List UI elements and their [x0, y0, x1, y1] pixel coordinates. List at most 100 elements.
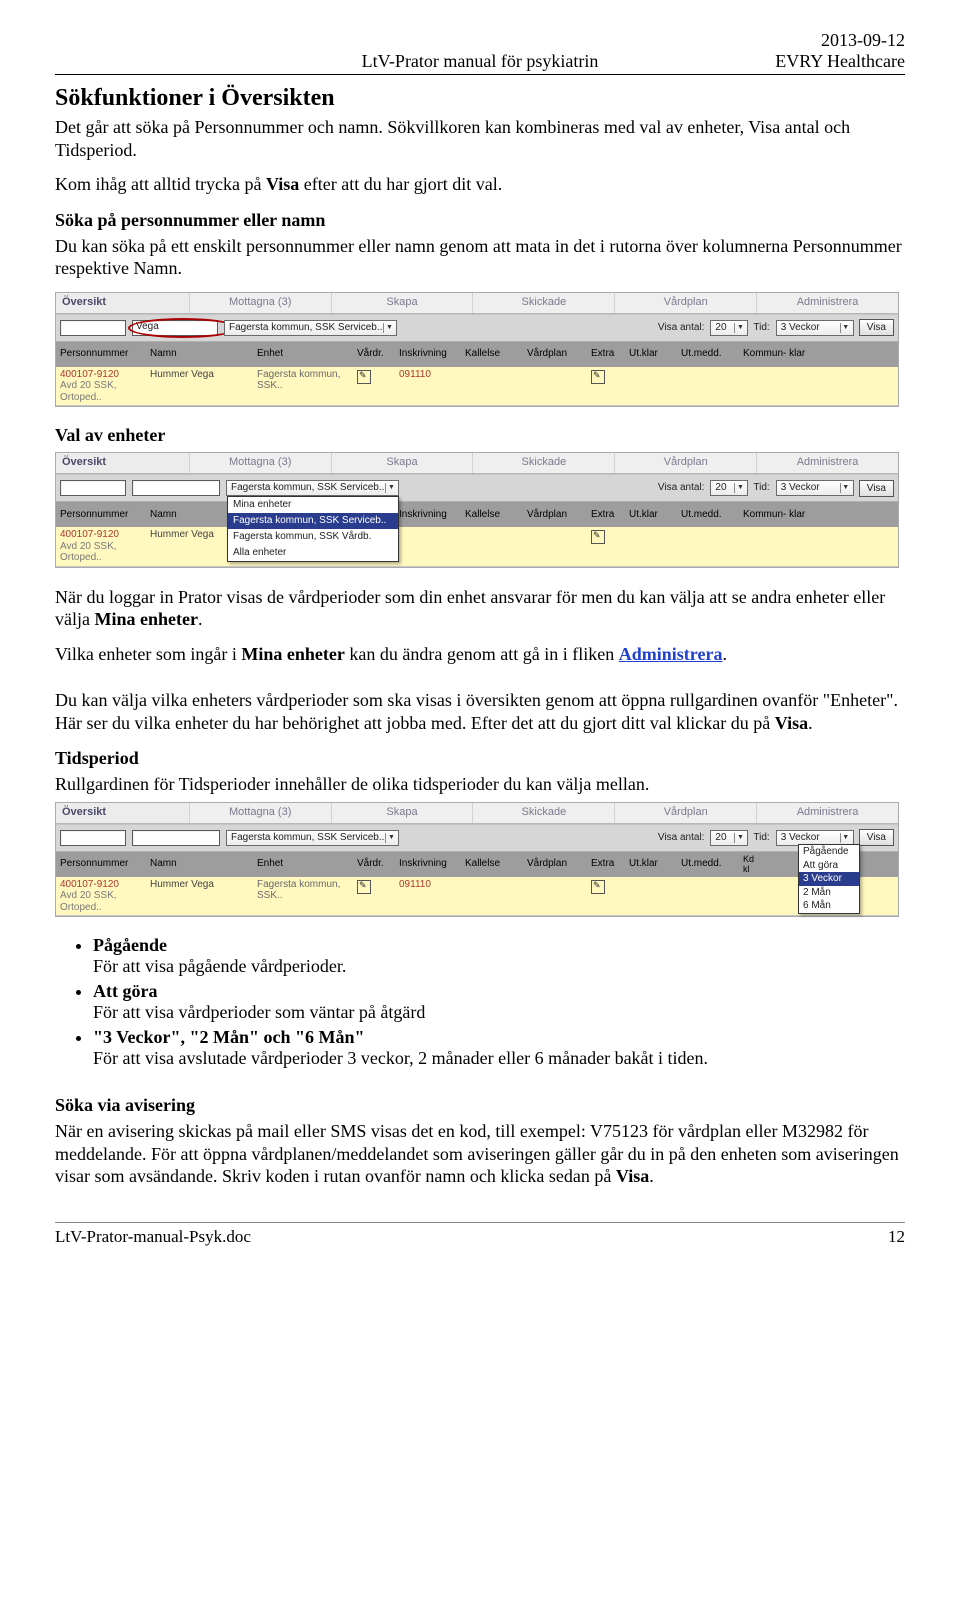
enhet-option[interactable]: Alla enheter	[228, 545, 398, 561]
visa-antal-select[interactable]: 20	[710, 320, 748, 336]
enhet-select[interactable]: Fagersta kommun, SSK Serviceb.. Mina enh…	[226, 480, 399, 496]
tab-vardplan[interactable]: Vårdplan	[615, 803, 757, 823]
chevron-down-icon	[734, 833, 745, 843]
after-shot2-paragraph-2: Vilka enheter som ingår i Mina enheter k…	[55, 643, 905, 666]
list-item: Pågående För att visa pågående vårdperio…	[93, 935, 905, 977]
doc-title: LtV-Prator manual för psykiatrin	[268, 51, 693, 72]
cell-enhet: Fagersta kommun, SSK..	[257, 369, 355, 404]
page-footer: LtV-Prator-manual-Psyk.doc 12	[55, 1222, 905, 1247]
filter-bar: Fagersta kommun, SSK Serviceb.. Visa ant…	[56, 824, 898, 852]
tab-administrera[interactable]: Administrera	[757, 803, 898, 823]
subhead-tidsperiod: Tidsperiod	[55, 748, 905, 769]
grid-header-row: Personnummer Namn Enhet Vårdr. Inskrivni…	[56, 342, 898, 367]
grid-header-row: Personnummer Namn Enhet Vårdr. Inskrivni…	[56, 852, 898, 877]
tidsperiod-text: Rullgardinen för Tidsperioder innehåller…	[55, 773, 905, 796]
personnummer-input[interactable]	[60, 320, 126, 336]
enhet-select[interactable]: Fagersta kommun, SSK Serviceb..	[226, 830, 399, 846]
tid-select[interactable]: 3 Veckor	[776, 320, 854, 336]
tab-skapa[interactable]: Skapa	[332, 803, 474, 823]
enhet-option[interactable]: Fagersta kommun, SSK Vårdb.	[228, 529, 398, 545]
tid-option[interactable]: 6 Mån	[799, 899, 859, 913]
overview-screenshot-2: Översikt Mottagna (3) Skapa Skickade Vår…	[55, 452, 899, 568]
tab-mottagna[interactable]: Mottagna (3)	[190, 293, 332, 313]
section-title: Sökfunktioner i Översikten	[55, 85, 905, 112]
tab-administrera[interactable]: Administrera	[757, 293, 898, 313]
administrera-link[interactable]: Administrera	[619, 644, 723, 664]
edit-icon[interactable]	[357, 880, 371, 894]
chevron-down-icon	[734, 483, 745, 493]
edit-icon[interactable]	[591, 530, 605, 544]
enhet-option[interactable]: Fagersta kommun, SSK Serviceb..	[228, 513, 398, 529]
instruction-paragraph: Du kan välja vilka enheters vårdperioder…	[55, 689, 905, 734]
overview-screenshot-3: Översikt Mottagna (3) Skapa Skickade Vår…	[55, 802, 899, 918]
tab-oversikt[interactable]: Översikt	[56, 293, 190, 313]
tid-option[interactable]: Att göra	[799, 859, 859, 873]
visa-antal-select[interactable]: 20	[710, 480, 748, 496]
tid-option[interactable]: 3 Veckor	[799, 872, 859, 886]
filter-bar: Fagersta kommun, SSK Serviceb.. Mina enh…	[56, 474, 898, 502]
subhead-soka-via-avisering: Söka via avisering	[55, 1095, 905, 1116]
tab-mottagna[interactable]: Mottagna (3)	[190, 453, 332, 473]
tab-bar: Översikt Mottagna (3) Skapa Skickade Vår…	[56, 803, 898, 824]
doc-date: 2013-09-12	[693, 30, 906, 51]
chevron-down-icon	[840, 483, 851, 493]
tab-mottagna[interactable]: Mottagna (3)	[190, 803, 332, 823]
grid-header-row: Personnummer Namn Enhet Vårdr. Inskrivni…	[56, 502, 898, 527]
grid-data-row[interactable]: 400107-9120 Avd 20 SSK, Ortoped.. Hummer…	[56, 877, 898, 917]
chevron-down-icon	[840, 833, 851, 843]
cell-inskrivning: 091110	[399, 369, 463, 404]
tab-skapa[interactable]: Skapa	[332, 453, 474, 473]
grid-data-row[interactable]: 400107-9120 Avd 20 SSK, Ortoped.. Hummer…	[56, 367, 898, 407]
cell-vardr	[357, 369, 397, 404]
avisering-text: När en avisering skickas på mail eller S…	[55, 1120, 905, 1188]
edit-icon[interactable]	[591, 880, 605, 894]
visa-antal-select[interactable]: 20	[710, 830, 748, 846]
time-period-bullet-list: Pågående För att visa pågående vårdperio…	[93, 935, 905, 1069]
footer-filename: LtV-Prator-manual-Psyk.doc	[55, 1227, 251, 1247]
cell-personnummer: 400107-9120 Avd 20 SSK, Ortoped..	[60, 369, 148, 404]
namn-input[interactable]	[132, 830, 220, 846]
tid-option[interactable]: Pågående	[799, 845, 859, 859]
visa-button[interactable]: Visa	[859, 829, 894, 846]
visa-button[interactable]: Visa	[859, 480, 894, 497]
cell-extra	[591, 369, 627, 404]
page-header: LtV-Prator manual för psykiatrin 2013-09…	[55, 30, 905, 75]
edit-icon[interactable]	[357, 370, 371, 384]
edit-icon[interactable]	[591, 370, 605, 384]
visa-button[interactable]: Visa	[859, 319, 894, 336]
overview-screenshot-1: Översikt Mottagna (3) Skapa Skickade Vår…	[55, 292, 899, 408]
tab-vardplan[interactable]: Vårdplan	[615, 293, 757, 313]
tab-skickade[interactable]: Skickade	[473, 453, 615, 473]
tid-select[interactable]: 3 Veckor	[776, 480, 854, 496]
chevron-down-icon	[385, 483, 396, 493]
tab-oversikt[interactable]: Översikt	[56, 803, 190, 823]
footer-page-number: 12	[888, 1227, 905, 1247]
enhet-dropdown-panel: Mina enheter Fagersta kommun, SSK Servic…	[227, 496, 399, 562]
tab-skapa[interactable]: Skapa	[332, 293, 474, 313]
tab-bar: Översikt Mottagna (3) Skapa Skickade Vår…	[56, 453, 898, 474]
chevron-down-icon	[385, 833, 396, 843]
personnummer-input[interactable]	[60, 830, 126, 846]
tab-administrera[interactable]: Administrera	[757, 453, 898, 473]
tab-oversikt[interactable]: Översikt	[56, 453, 190, 473]
namn-input[interactable]: Vega	[132, 320, 218, 336]
intro-paragraph-2: Kom ihåg att alltid trycka på Visa efter…	[55, 173, 905, 196]
namn-input[interactable]	[132, 480, 220, 496]
chevron-down-icon	[383, 323, 394, 333]
enhet-select[interactable]: Fagersta kommun, SSK Serviceb..	[224, 320, 397, 336]
tid-option[interactable]: 2 Mån	[799, 886, 859, 900]
list-item: Att göra För att visa vårdperioder som v…	[93, 981, 905, 1023]
enhet-option[interactable]: Mina enheter	[228, 497, 398, 513]
chevron-down-icon	[734, 323, 745, 333]
tab-skickade[interactable]: Skickade	[473, 803, 615, 823]
tab-skickade[interactable]: Skickade	[473, 293, 615, 313]
subhead-search-pnr-name: Söka på personnummer eller namn	[55, 210, 905, 231]
grid-data-row[interactable]: 400107-9120 Avd 20 SSK, Ortoped.. Hummer…	[56, 527, 898, 567]
chevron-down-icon	[840, 323, 851, 333]
visa-antal-label: Visa antal:	[658, 322, 706, 334]
cell-namn: Hummer Vega	[150, 369, 255, 404]
subhead-val-av-enheter: Val av enheter	[55, 425, 905, 446]
doc-company: EVRY Healthcare	[693, 51, 906, 72]
tab-vardplan[interactable]: Vårdplan	[615, 453, 757, 473]
personnummer-input[interactable]	[60, 480, 126, 496]
